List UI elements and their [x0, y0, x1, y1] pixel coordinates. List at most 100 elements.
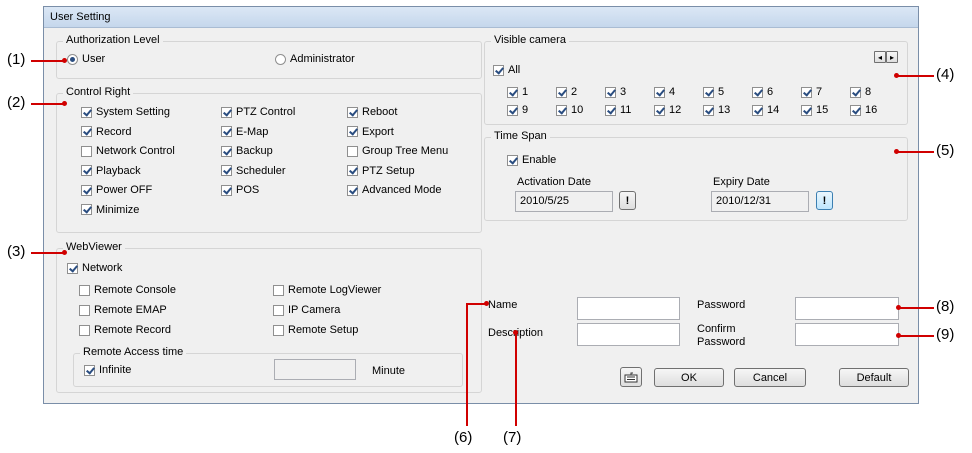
minutes-input[interactable] [274, 359, 356, 380]
checkbox-e-map[interactable]: E-Map [221, 126, 268, 138]
checkbox-ip-camera-box[interactable] [273, 304, 284, 316]
checkbox-pos-box[interactable] [221, 184, 232, 196]
radio-user-indicator[interactable] [67, 53, 78, 65]
checkbox-remote-setup[interactable]: Remote Setup [273, 324, 358, 336]
camera-checkbox-2-box[interactable] [556, 86, 567, 98]
camera-checkbox-12[interactable]: 12 [654, 104, 681, 116]
infinite-checkbox[interactable]: Infinite [84, 364, 131, 376]
checkbox-network-control[interactable]: Network Control [81, 145, 175, 157]
checkbox-remote-logviewer[interactable]: Remote LogViewer [273, 284, 381, 296]
activation-date-field[interactable]: 2010/5/25 [515, 191, 613, 212]
checkbox-ptz-setup[interactable]: PTZ Setup [347, 165, 415, 177]
camera-checkbox-6[interactable]: 6 [752, 86, 773, 98]
network-checkbox-box[interactable] [67, 262, 78, 274]
checkbox-reboot[interactable]: Reboot [347, 106, 397, 118]
checkbox-remote-console[interactable]: Remote Console [79, 284, 176, 296]
all-cameras-checkbox-box[interactable] [493, 64, 504, 76]
radio-administrator[interactable]: Administrator [275, 53, 355, 65]
checkbox-backup-box[interactable] [221, 145, 232, 157]
camera-checkbox-1[interactable]: 1 [507, 86, 528, 98]
camera-checkbox-16-box[interactable] [850, 104, 861, 116]
camera-checkbox-9-box[interactable] [507, 104, 518, 116]
camera-checkbox-3-box[interactable] [605, 86, 616, 98]
camera-checkbox-7-box[interactable] [801, 86, 812, 98]
checkbox-remote-record[interactable]: Remote Record [79, 324, 171, 336]
camera-checkbox-8[interactable]: 8 [850, 86, 871, 98]
camera-checkbox-3[interactable]: 3 [605, 86, 626, 98]
checkbox-export-box[interactable] [347, 126, 358, 137]
radio-user[interactable]: User [67, 53, 105, 65]
checkbox-remote-logviewer-box[interactable] [273, 284, 284, 296]
checkbox-backup[interactable]: Backup [221, 145, 273, 157]
camera-scroll-left-button[interactable]: ◂ [874, 51, 886, 63]
camera-checkbox-7[interactable]: 7 [801, 86, 822, 98]
camera-checkbox-14-box[interactable] [752, 104, 763, 116]
checkbox-e-map-box[interactable] [221, 126, 232, 137]
password-input[interactable] [795, 297, 899, 320]
camera-checkbox-5-box[interactable] [703, 86, 714, 98]
camera-checkbox-6-box[interactable] [752, 86, 763, 98]
checkbox-remote-setup-box[interactable] [273, 324, 284, 336]
camera-checkbox-1-box[interactable] [507, 86, 518, 98]
checkbox-pos[interactable]: POS [221, 184, 259, 196]
checkbox-export[interactable]: Export [347, 126, 394, 138]
expiry-date-field[interactable]: 2010/12/31 [711, 191, 809, 212]
camera-checkbox-4-box[interactable] [654, 86, 665, 98]
checkbox-playback-box[interactable] [81, 165, 92, 176]
camera-checkbox-10[interactable]: 10 [556, 104, 583, 116]
infinite-checkbox-box[interactable] [84, 364, 95, 376]
checkbox-remote-record-box[interactable] [79, 324, 90, 336]
camera-checkbox-2[interactable]: 2 [556, 86, 577, 98]
camera-checkbox-10-box[interactable] [556, 104, 567, 116]
checkbox-remote-emap[interactable]: Remote EMAP [79, 304, 167, 316]
checkbox-remote-console-box[interactable] [79, 284, 90, 296]
all-cameras-checkbox[interactable]: All [493, 64, 520, 76]
name-input[interactable] [577, 297, 680, 320]
camera-checkbox-16[interactable]: 16 [850, 104, 877, 116]
camera-checkbox-15[interactable]: 15 [801, 104, 828, 116]
camera-scroll-right-button[interactable]: ▸ [886, 51, 898, 63]
camera-checkbox-13[interactable]: 13 [703, 104, 730, 116]
checkbox-record-box[interactable] [81, 126, 92, 137]
checkbox-advanced-mode[interactable]: Advanced Mode [347, 184, 442, 196]
checkbox-power-off-box[interactable] [81, 184, 92, 196]
cancel-button[interactable]: Cancel [734, 368, 806, 387]
enable-checkbox-box[interactable] [507, 154, 518, 166]
checkbox-network-control-box[interactable] [81, 145, 92, 157]
camera-checkbox-11-box[interactable] [605, 104, 616, 116]
radio-administrator-indicator[interactable] [275, 53, 286, 65]
checkbox-minimize[interactable]: Minimize [81, 204, 139, 216]
checkbox-playback[interactable]: Playback [81, 165, 141, 177]
checkbox-group-tree-menu-box[interactable] [347, 145, 358, 157]
checkbox-remote-emap-box[interactable] [79, 304, 90, 316]
checkbox-minimize-box[interactable] [81, 204, 92, 215]
camera-checkbox-15-box[interactable] [801, 104, 812, 116]
activation-date-picker-button[interactable]: ! [619, 191, 636, 210]
checkbox-scheduler[interactable]: Scheduler [221, 165, 286, 177]
checkbox-scheduler-box[interactable] [221, 165, 232, 176]
checkbox-ptz-control[interactable]: PTZ Control [221, 106, 295, 118]
checkbox-record[interactable]: Record [81, 126, 131, 138]
confirm-password-input[interactable] [795, 323, 899, 346]
camera-checkbox-11[interactable]: 11 [605, 104, 631, 116]
network-checkbox[interactable]: Network [67, 262, 122, 274]
keyboard-button[interactable] [620, 367, 642, 387]
camera-checkbox-4[interactable]: 4 [654, 86, 675, 98]
camera-checkbox-5[interactable]: 5 [703, 86, 724, 98]
checkbox-ptz-setup-box[interactable] [347, 165, 358, 176]
camera-checkbox-14[interactable]: 14 [752, 104, 779, 116]
checkbox-group-tree-menu[interactable]: Group Tree Menu [347, 145, 448, 157]
checkbox-power-off[interactable]: Power OFF [81, 184, 152, 196]
checkbox-ip-camera[interactable]: IP Camera [273, 304, 340, 316]
enable-checkbox[interactable]: Enable [507, 154, 556, 166]
camera-checkbox-8-box[interactable] [850, 86, 861, 98]
camera-checkbox-12-box[interactable] [654, 104, 665, 116]
camera-checkbox-13-box[interactable] [703, 104, 714, 116]
checkbox-reboot-box[interactable] [347, 106, 358, 118]
camera-checkbox-9[interactable]: 9 [507, 104, 528, 116]
checkbox-ptz-control-box[interactable] [221, 106, 232, 118]
default-button[interactable]: Default [839, 368, 909, 387]
checkbox-advanced-mode-box[interactable] [347, 184, 358, 196]
ok-button[interactable]: OK [654, 368, 724, 387]
description-input[interactable] [577, 323, 680, 346]
